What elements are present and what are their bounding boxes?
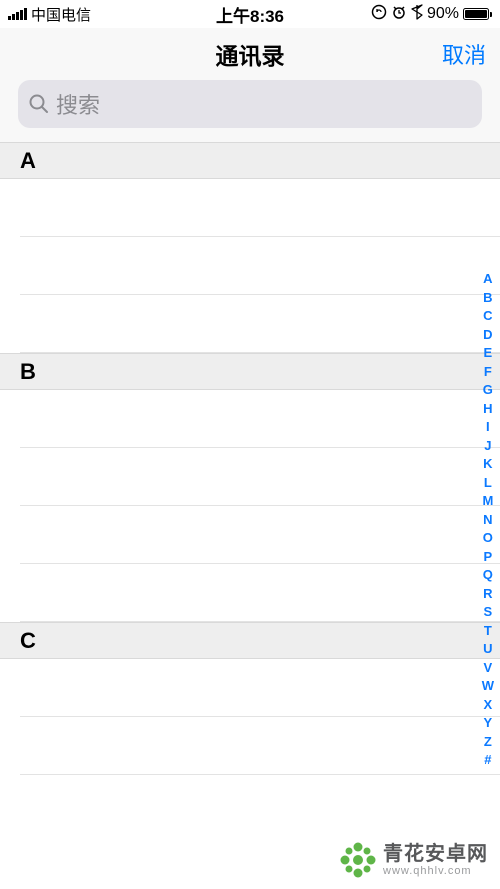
section-header-a: A [0, 142, 500, 179]
index-letter[interactable]: U [479, 640, 496, 659]
index-letter[interactable]: Z [480, 733, 496, 752]
list-item[interactable] [20, 659, 500, 717]
list-item[interactable] [20, 390, 500, 448]
watermark: 青花安卓网 www.qhhlv.com [339, 841, 488, 879]
search-icon [28, 93, 50, 115]
index-letter[interactable]: R [479, 585, 496, 604]
index-letter[interactable]: H [479, 400, 496, 419]
list-item[interactable] [20, 506, 500, 564]
index-letter[interactable]: T [480, 622, 496, 641]
index-letter[interactable]: Q [479, 566, 497, 585]
index-letter[interactable]: # [480, 751, 495, 770]
cancel-button[interactable]: 取消 [442, 38, 486, 70]
index-letter[interactable]: G [479, 381, 497, 400]
alarm-icon [391, 4, 407, 25]
index-letter[interactable]: W [478, 677, 498, 696]
list-item[interactable] [20, 179, 500, 237]
section-header-b: B [0, 353, 500, 390]
alphabet-index[interactable]: A B C D E F G H I J K L M N O P Q R S T … [478, 270, 498, 770]
watermark-url: www.qhhlv.com [383, 865, 472, 877]
index-letter[interactable]: I [482, 418, 494, 437]
search-placeholder: 搜索 [56, 88, 100, 120]
index-letter[interactable]: X [480, 696, 497, 715]
index-letter[interactable]: M [478, 492, 497, 511]
index-letter[interactable]: E [480, 344, 497, 363]
list-item[interactable] [20, 237, 500, 295]
list-item[interactable] [20, 717, 500, 775]
list-item[interactable] [20, 564, 500, 622]
battery-icon [463, 8, 492, 20]
index-letter[interactable]: V [480, 659, 497, 678]
index-letter[interactable]: Y [480, 714, 497, 733]
watermark-logo-icon [339, 841, 377, 879]
battery-percent: 90% [427, 5, 459, 23]
nav-bar: 通讯录 取消 [0, 28, 500, 80]
status-bar: 中国电信 上午8:36 90% [0, 0, 500, 28]
index-letter[interactable]: P [480, 548, 497, 567]
index-letter[interactable]: B [479, 289, 496, 308]
index-letter[interactable]: L [480, 474, 496, 493]
watermark-title: 青花安卓网 [383, 843, 488, 865]
status-left: 中国电信 [8, 4, 91, 25]
status-right: 90% [371, 4, 492, 25]
search-input[interactable]: 搜索 [18, 80, 482, 128]
orientation-lock-icon [371, 4, 387, 25]
index-letter[interactable]: S [480, 603, 497, 622]
list-item[interactable] [20, 775, 500, 833]
index-letter[interactable]: D [479, 326, 496, 345]
watermark-text: 青花安卓网 www.qhhlv.com [383, 843, 488, 877]
index-letter[interactable]: J [480, 437, 495, 456]
index-letter[interactable]: F [480, 363, 496, 382]
carrier-label: 中国电信 [31, 4, 91, 25]
bluetooth-icon [411, 4, 423, 25]
index-letter[interactable]: C [479, 307, 496, 326]
index-letter[interactable]: A [479, 270, 496, 289]
list-item[interactable] [20, 448, 500, 506]
list-item[interactable] [20, 295, 500, 353]
contacts-list[interactable]: A B C [0, 142, 500, 833]
search-container: 搜索 [0, 80, 500, 142]
index-letter[interactable]: K [479, 455, 496, 474]
section-header-c: C [0, 622, 500, 659]
index-letter[interactable]: N [479, 511, 496, 530]
page-title: 通讯录 [216, 37, 285, 71]
status-time: 上午8:36 [216, 2, 284, 27]
signal-icon [8, 8, 27, 20]
index-letter[interactable]: O [479, 529, 497, 548]
